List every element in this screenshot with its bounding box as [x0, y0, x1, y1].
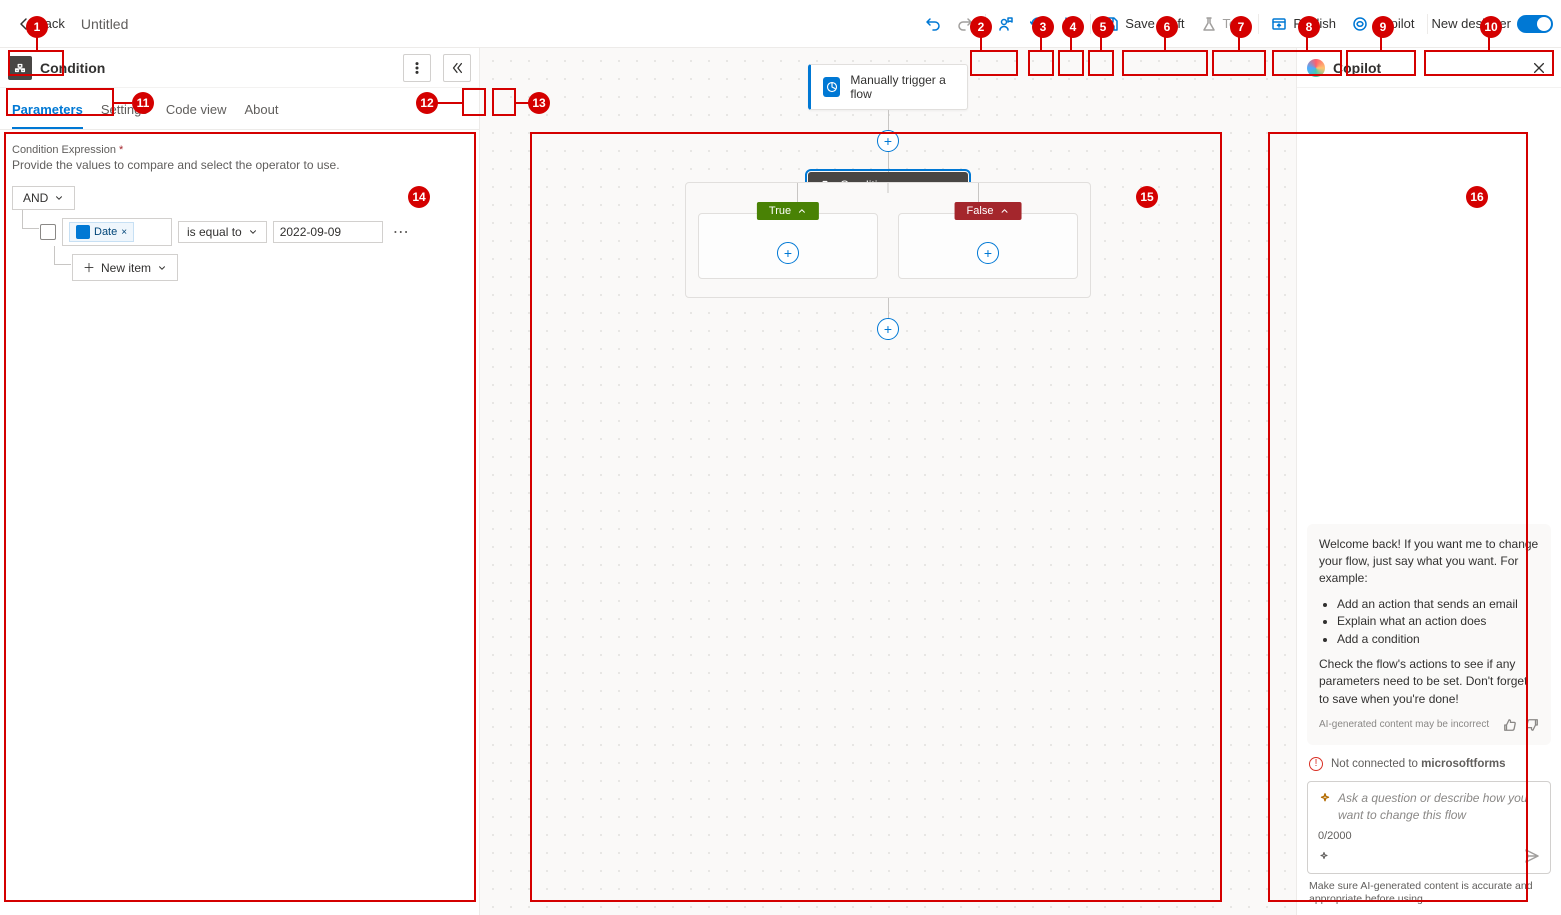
logic-operator-value: AND [23, 191, 48, 205]
close-icon [1532, 61, 1546, 75]
copilot-icon [1352, 16, 1368, 32]
new-item-label: New item [101, 261, 151, 275]
flow-canvas[interactable]: Manually trigger a flow + Condition True… [480, 48, 1296, 915]
add-step-button-1[interactable]: + [877, 130, 899, 152]
flask-icon [1201, 16, 1217, 32]
panel-collapse-button[interactable] [443, 54, 471, 82]
save-draft-button[interactable]: Save draft [1095, 10, 1192, 38]
back-label: Back [36, 16, 65, 31]
feedback-button[interactable] [990, 10, 1022, 38]
trigger-card[interactable]: Manually trigger a flow [808, 64, 968, 110]
send-button[interactable] [1524, 848, 1540, 867]
token-date[interactable]: Date × [69, 222, 134, 242]
publish-icon [1271, 16, 1287, 32]
add-step-button-2[interactable]: + [877, 318, 899, 340]
trigger-icon [823, 77, 840, 97]
chevron-down-icon [54, 193, 64, 203]
publish-button[interactable]: Publish [1263, 10, 1344, 38]
chevron-up-icon [797, 206, 807, 216]
chevron-down-icon [248, 227, 258, 237]
panel-tabs: Parameters Settings Code view About [0, 88, 479, 130]
history-icon [1030, 16, 1046, 32]
copilot-input-placeholder: Ask a question or describe how you want … [1338, 790, 1540, 824]
redo-icon [957, 16, 973, 32]
arrow-left-icon [16, 16, 32, 32]
copilot-input[interactable]: Ask a question or describe how you want … [1307, 781, 1551, 874]
operand-right-input[interactable]: 2022-09-09 [273, 221, 383, 243]
thumbs-down-icon[interactable] [1525, 718, 1539, 732]
copilot-button[interactable]: Copilot [1344, 10, 1422, 38]
panel-title: Condition [40, 60, 105, 76]
false-branch[interactable]: False + [898, 213, 1078, 279]
row-checkbox[interactable] [40, 224, 56, 240]
person-feedback-icon [998, 16, 1014, 32]
char-counter: 0/2000 [1318, 830, 1352, 842]
back-button[interactable]: Back [8, 12, 73, 36]
send-icon [1524, 848, 1540, 864]
operator-picker[interactable]: is equal to [178, 221, 267, 243]
more-vertical-icon [410, 61, 424, 75]
logic-operator-picker[interactable]: AND [12, 186, 75, 210]
copilot-logo-icon [1307, 59, 1325, 77]
condition-expression-label: Condition Expression * [12, 144, 467, 156]
true-branch[interactable]: True + [698, 213, 878, 279]
version-history-button[interactable] [1022, 10, 1054, 38]
sparkle-small-icon[interactable] [1318, 851, 1330, 863]
toggle-switch[interactable] [1517, 15, 1553, 33]
true-badge: True [757, 202, 819, 220]
add-false-step-button[interactable]: + [977, 242, 999, 264]
new-designer-toggle[interactable]: New designer [1432, 15, 1554, 33]
tab-settings[interactable]: Settings [101, 96, 148, 129]
false-badge: False [955, 202, 1022, 220]
trigger-label: Manually trigger a flow [850, 73, 955, 101]
save-icon [1103, 16, 1119, 32]
test-label: Test [1223, 16, 1247, 31]
copilot-panel-title: Copilot [1333, 60, 1381, 76]
panel-menu-button[interactable] [403, 54, 431, 82]
redo-button[interactable] [949, 10, 981, 38]
copilot-close-button[interactable] [1527, 56, 1551, 80]
chevron-up-icon [999, 206, 1009, 216]
token-remove[interactable]: × [121, 227, 127, 238]
connection-warning: ! Not connected to microsoftforms [1307, 753, 1551, 781]
thumbs-up-icon[interactable] [1503, 718, 1517, 732]
token-icon [76, 225, 90, 239]
undo-button[interactable] [917, 10, 949, 38]
tab-parameters[interactable]: Parameters [12, 96, 83, 129]
condition-branches: True + False + [685, 182, 1091, 298]
new-designer-label: New designer [1432, 16, 1512, 31]
chevron-down-icon [157, 263, 167, 273]
operator-value: is equal to [187, 225, 242, 239]
save-draft-label: Save draft [1125, 16, 1184, 31]
chevron-double-left-icon [450, 61, 464, 75]
undo-icon [925, 16, 941, 32]
tab-about[interactable]: About [245, 96, 279, 129]
add-condition-row-button[interactable]: ＋ New item [72, 254, 178, 281]
publish-label: Publish [1293, 16, 1336, 31]
flow-title[interactable]: Untitled [81, 16, 128, 32]
ai-disclaimer: AI-generated content may be incorrect [1319, 718, 1489, 733]
plus-icon: ＋ [83, 259, 95, 276]
flow-checker-button[interactable] [1054, 10, 1086, 38]
sparkle-icon [1318, 792, 1332, 806]
warning-icon: ! [1309, 757, 1323, 771]
test-button: Test [1193, 10, 1255, 38]
condition-expression-help: Provide the values to compare and select… [12, 158, 467, 172]
add-true-step-button[interactable]: + [777, 242, 799, 264]
operand-left-input[interactable]: Date × [62, 218, 172, 246]
row-menu-button[interactable]: ⋯ [389, 222, 413, 242]
copilot-label: Copilot [1374, 16, 1414, 31]
stethoscope-icon [1062, 16, 1078, 32]
condition-icon [8, 56, 32, 80]
copilot-message: Welcome back! If you want me to change y… [1307, 524, 1551, 745]
copilot-footer: Make sure AI-generated content is accura… [1307, 880, 1551, 915]
tab-code-view[interactable]: Code view [166, 96, 227, 129]
